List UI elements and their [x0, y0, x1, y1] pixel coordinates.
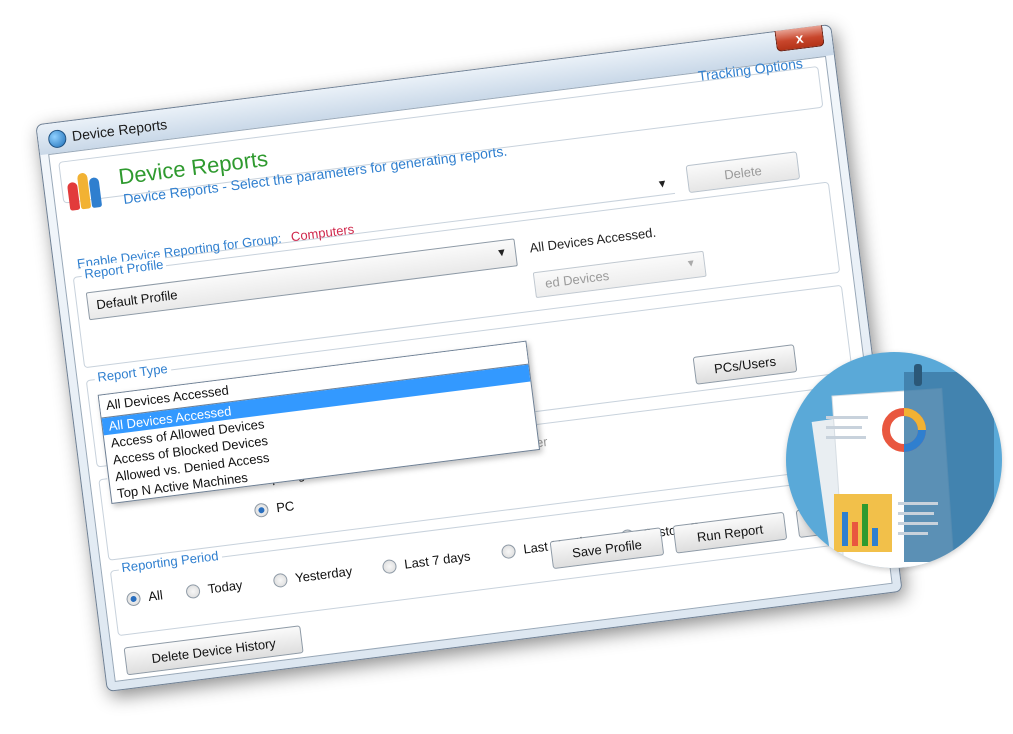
pc-radio-label: PC — [275, 498, 296, 516]
delete-device-history-button[interactable]: Delete Device History — [123, 625, 304, 676]
period-radio-today[interactable]: Today — [185, 577, 243, 599]
period-label-all: All — [147, 587, 164, 605]
radio-dot — [185, 583, 201, 599]
radio-dot — [125, 590, 142, 607]
report-logo-icon — [66, 170, 114, 211]
close-window-button[interactable]: x — [774, 25, 825, 52]
report-document-graphic — [811, 364, 994, 568]
close-icon: x — [794, 29, 805, 47]
radio-dot — [272, 572, 289, 588]
period-label-yesterday: Yesterday — [294, 563, 354, 586]
chevron-down-icon: ▼ — [685, 257, 697, 271]
chevron-down-icon: ▼ — [656, 177, 669, 192]
app-globe-icon — [47, 128, 68, 149]
period-label-last-7-days: Last 7 days — [403, 548, 472, 572]
stage: Device Reports x Tracking Options Device… — [0, 0, 1013, 734]
period-label-today: Today — [206, 577, 244, 597]
pcs-users-button[interactable]: PCs/Users — [692, 344, 798, 385]
report-profile-description: All Devices Accessed. — [528, 224, 657, 256]
period-radio-all[interactable]: All — [125, 587, 164, 607]
radio-dot — [381, 558, 398, 574]
device-reports-window: Device Reports x Tracking Options Device… — [35, 23, 903, 693]
report-profile-value: Default Profile — [95, 287, 179, 313]
chevron-down-icon: ▼ — [495, 246, 508, 260]
dialog-body: Tracking Options Device Reports Device R… — [48, 55, 893, 682]
device-filter-value: ed Devices — [544, 267, 610, 291]
report-document-illustration — [786, 352, 1002, 568]
device-filter-select[interactable]: ed Devices ▼ — [532, 250, 707, 299]
radio-dot — [500, 543, 517, 559]
radio-dot — [253, 501, 270, 518]
period-radio-yesterday[interactable]: Yesterday — [272, 563, 353, 588]
period-radio-last-7-days[interactable]: Last 7 days — [381, 548, 472, 574]
pc-radio[interactable]: PC — [253, 498, 295, 518]
